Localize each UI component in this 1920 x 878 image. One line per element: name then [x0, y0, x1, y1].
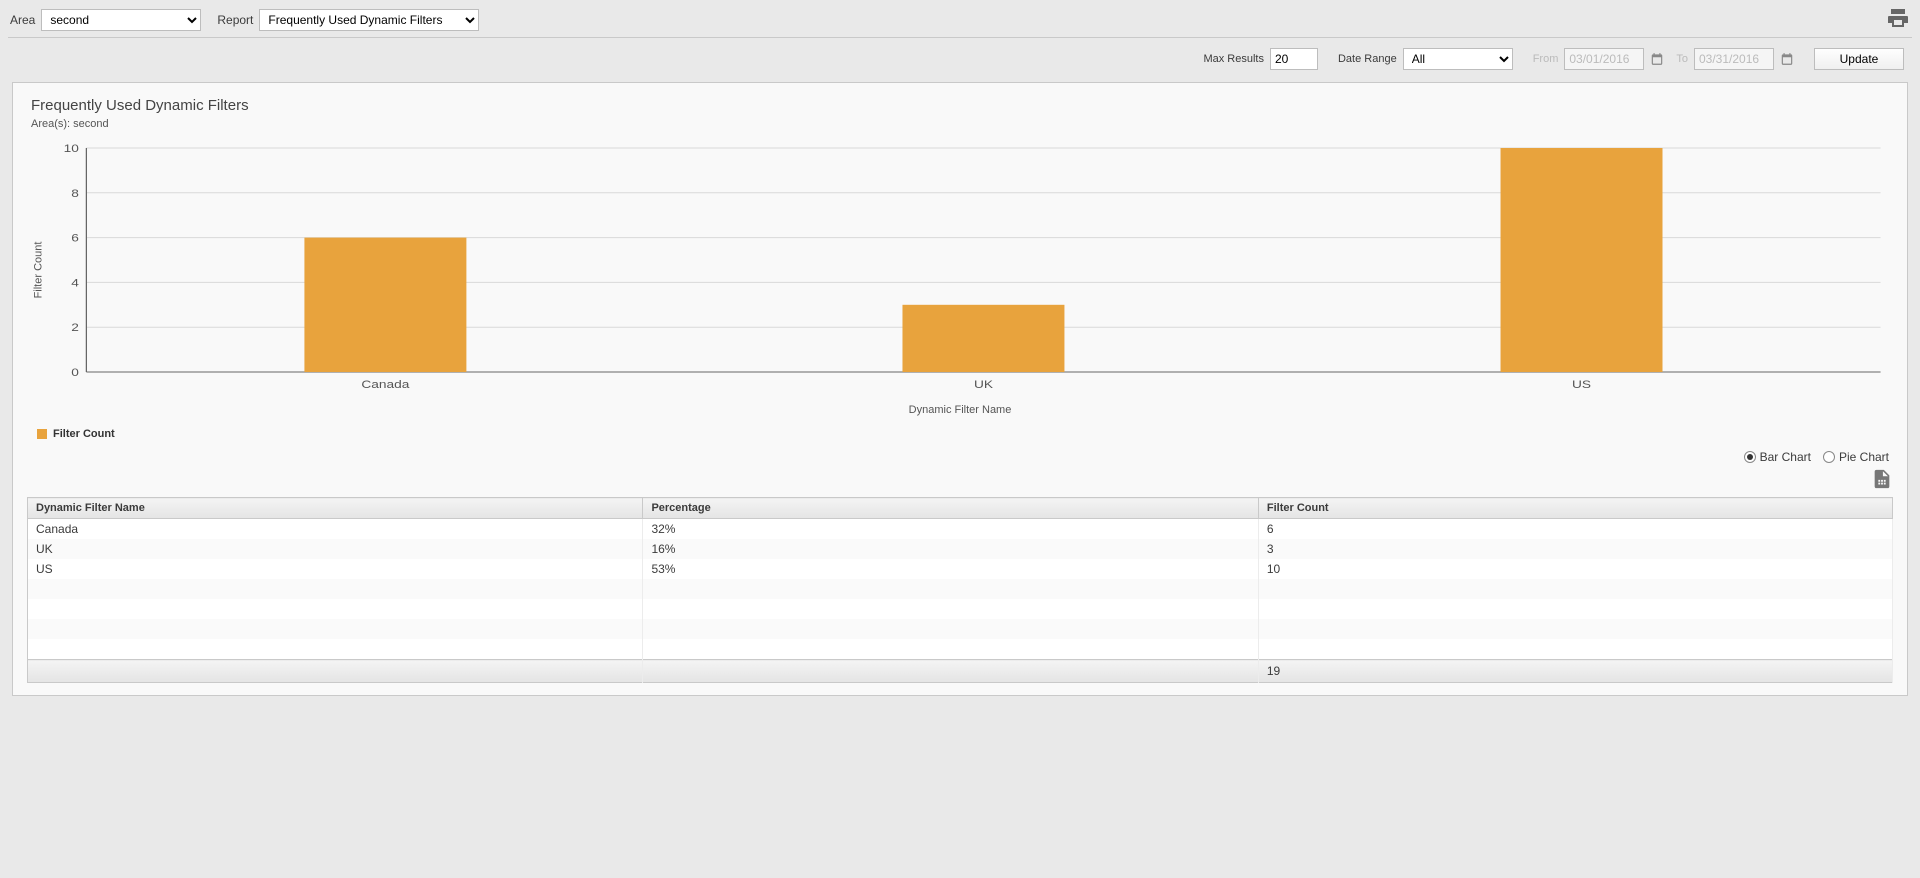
cell-name: UK: [28, 539, 643, 559]
to-label: To: [1676, 53, 1688, 65]
table-body: Canada 32% 6 UK 16% 3 US 53% 10 ....: [28, 519, 1893, 660]
chart-area: 0 2 4 6 8 10 Canada UK US: [49, 140, 1893, 400]
cell-name: Canada: [28, 519, 643, 540]
bar-chart-radio[interactable]: Bar Chart: [1744, 450, 1811, 464]
report-subtitle: Area(s): second: [31, 118, 1893, 130]
pie-chart-radio-label: Pie Chart: [1839, 450, 1889, 464]
date-range-select[interactable]: All: [1403, 48, 1513, 70]
col-header-name[interactable]: Dynamic Filter Name: [28, 498, 643, 519]
top-toolbar: Area second Report Frequently Used Dynam…: [0, 0, 1920, 37]
calendar-from-icon: [1650, 52, 1664, 67]
to-date-input: [1694, 48, 1774, 70]
table-row: .: [28, 619, 1893, 639]
table-row: .: [28, 639, 1893, 660]
area-select[interactable]: second: [41, 9, 201, 31]
svg-text:US: US: [1572, 378, 1591, 390]
chart-container: Filter Count 0 2 4 6 8 10 Canada UK US: [27, 140, 1893, 400]
cell-count: 10: [1258, 559, 1892, 579]
x-axis-label: Dynamic Filter Name: [27, 400, 1893, 422]
svg-text:UK: UK: [974, 378, 994, 390]
cell-count: 6: [1258, 519, 1892, 540]
bar-Canada[interactable]: [304, 238, 466, 372]
table-header: Dynamic Filter Name Percentage Filter Co…: [28, 498, 1893, 519]
y-axis-label-wrap: Filter Count: [27, 140, 49, 400]
chart-type-row: Bar Chart Pie Chart: [27, 442, 1893, 466]
chart-legend: Filter Count: [27, 422, 1893, 442]
filter-row: Max Results Date Range All From To Updat…: [0, 38, 1920, 78]
legend-swatch: [37, 429, 47, 439]
svg-text:Canada: Canada: [361, 378, 409, 390]
table-row[interactable]: UK 16% 3: [28, 539, 1893, 559]
table-row[interactable]: US 53% 10: [28, 559, 1893, 579]
report-label: Report: [217, 13, 253, 27]
data-table: Dynamic Filter Name Percentage Filter Co…: [27, 497, 1893, 683]
svg-text:2: 2: [71, 321, 79, 333]
table-footer: 19: [28, 660, 1893, 683]
cell-pct: 16%: [643, 539, 1258, 559]
svg-text:6: 6: [71, 232, 79, 244]
pie-chart-radio[interactable]: Pie Chart: [1823, 450, 1889, 464]
svg-text:10: 10: [64, 142, 79, 154]
bar-US[interactable]: [1501, 148, 1663, 372]
y-axis-label: Filter Count: [32, 242, 44, 299]
max-results-input[interactable]: [1270, 48, 1318, 70]
export-row: [27, 466, 1893, 497]
cell-pct: 53%: [643, 559, 1258, 579]
table-row: .: [28, 599, 1893, 619]
update-button[interactable]: Update: [1814, 48, 1904, 70]
footer-cell-count: 19: [1258, 660, 1892, 683]
cell-pct: 32%: [643, 519, 1258, 540]
footer-cell-pct: [643, 660, 1258, 683]
cell-count: 3: [1258, 539, 1892, 559]
col-header-count[interactable]: Filter Count: [1258, 498, 1892, 519]
table-row[interactable]: Canada 32% 6: [28, 519, 1893, 540]
bar-chart-radio-label: Bar Chart: [1760, 450, 1811, 464]
print-icon[interactable]: [1886, 6, 1910, 33]
report-title: Frequently Used Dynamic Filters: [31, 97, 1893, 114]
area-label: Area: [10, 13, 35, 27]
max-results-label: Max Results: [1203, 53, 1264, 65]
bar-UK[interactable]: [902, 305, 1064, 372]
table-row: .: [28, 579, 1893, 599]
export-csv-icon[interactable]: [1871, 468, 1893, 493]
col-header-pct[interactable]: Percentage: [643, 498, 1258, 519]
bar-chart-svg: 0 2 4 6 8 10 Canada UK US: [49, 140, 1893, 400]
svg-text:0: 0: [71, 366, 79, 378]
svg-text:8: 8: [71, 187, 79, 199]
date-range-label: Date Range: [1338, 53, 1397, 65]
footer-cell-name: [28, 660, 643, 683]
svg-text:4: 4: [71, 277, 79, 289]
from-label: From: [1533, 53, 1559, 65]
cell-name: US: [28, 559, 643, 579]
legend-label: Filter Count: [53, 428, 115, 440]
report-select[interactable]: Frequently Used Dynamic Filters: [259, 9, 479, 31]
content-panel: Frequently Used Dynamic Filters Area(s):…: [12, 82, 1908, 696]
calendar-to-icon: [1780, 52, 1794, 67]
from-date-input: [1564, 48, 1644, 70]
